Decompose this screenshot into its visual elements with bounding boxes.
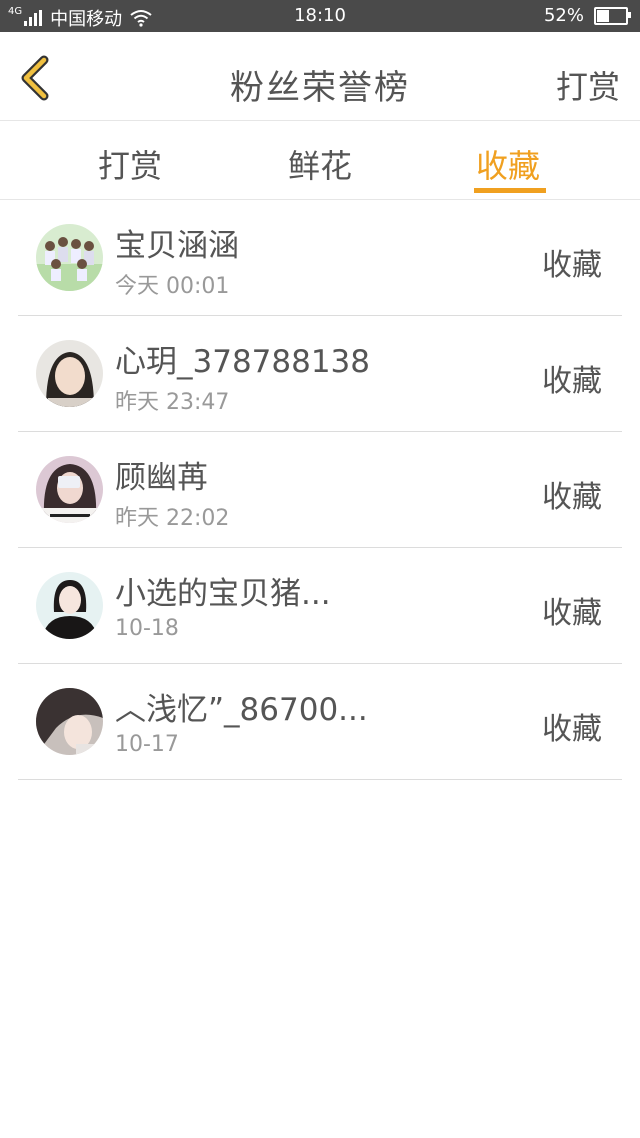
status-bar: 4G 中国移动 18:10 52% — [0, 0, 640, 32]
status-right: 52% — [543, 5, 631, 26]
tab-favorites[interactable]: 收藏 — [476, 141, 540, 187]
favorite-label: 收藏 — [542, 248, 602, 283]
fan-name: 顾幽苒 — [115, 460, 208, 496]
battery-fill — [597, 9, 609, 22]
fan-name: ︿浅忆”_86700... — [115, 692, 368, 728]
favorite-label: 收藏 — [542, 480, 602, 515]
list-item[interactable]: 小选的宝贝猪... 10-18 收藏 — [18, 548, 622, 664]
favorite-label: 收藏 — [542, 712, 602, 747]
avatar — [36, 224, 103, 291]
fan-time: 昨天 22:02 — [115, 506, 230, 531]
favorite-label: 收藏 — [542, 364, 602, 399]
fan-time: 今天 00:01 — [115, 274, 230, 299]
reward-button[interactable]: 打赏 — [556, 62, 620, 108]
battery-percent: 52% — [543, 5, 584, 26]
fan-name: 宝贝涵涵 — [115, 228, 239, 264]
tab-reward[interactable]: 打赏 — [98, 141, 162, 187]
list-item[interactable]: 顾幽苒 昨天 22:02 收藏 — [18, 432, 622, 548]
tab-flowers[interactable]: 鲜花 — [288, 141, 352, 187]
list-item[interactable]: 宝贝涵涵 今天 00:01 收藏 — [18, 200, 622, 316]
list-item[interactable]: ︿浅忆”_86700... 10-17 收藏 — [18, 664, 622, 780]
avatar — [36, 572, 103, 639]
fan-time: 10-18 — [115, 616, 179, 641]
tab-active-indicator — [474, 188, 546, 193]
favorite-label: 收藏 — [542, 596, 602, 631]
fan-time: 10-17 — [115, 732, 179, 757]
page-title: 粉丝荣誉榜 — [230, 68, 410, 108]
battery-icon — [594, 6, 631, 25]
header: 粉丝荣誉榜 打赏 — [0, 32, 640, 121]
fan-time: 昨天 23:47 — [115, 390, 230, 415]
fan-name: 心玥_378788138 — [115, 344, 371, 380]
list-item[interactable]: 心玥_378788138 昨天 23:47 收藏 — [18, 316, 622, 432]
fan-name: 小选的宝贝猪... — [115, 576, 331, 612]
avatar — [36, 688, 103, 755]
avatar — [36, 456, 103, 523]
avatar — [36, 340, 103, 407]
